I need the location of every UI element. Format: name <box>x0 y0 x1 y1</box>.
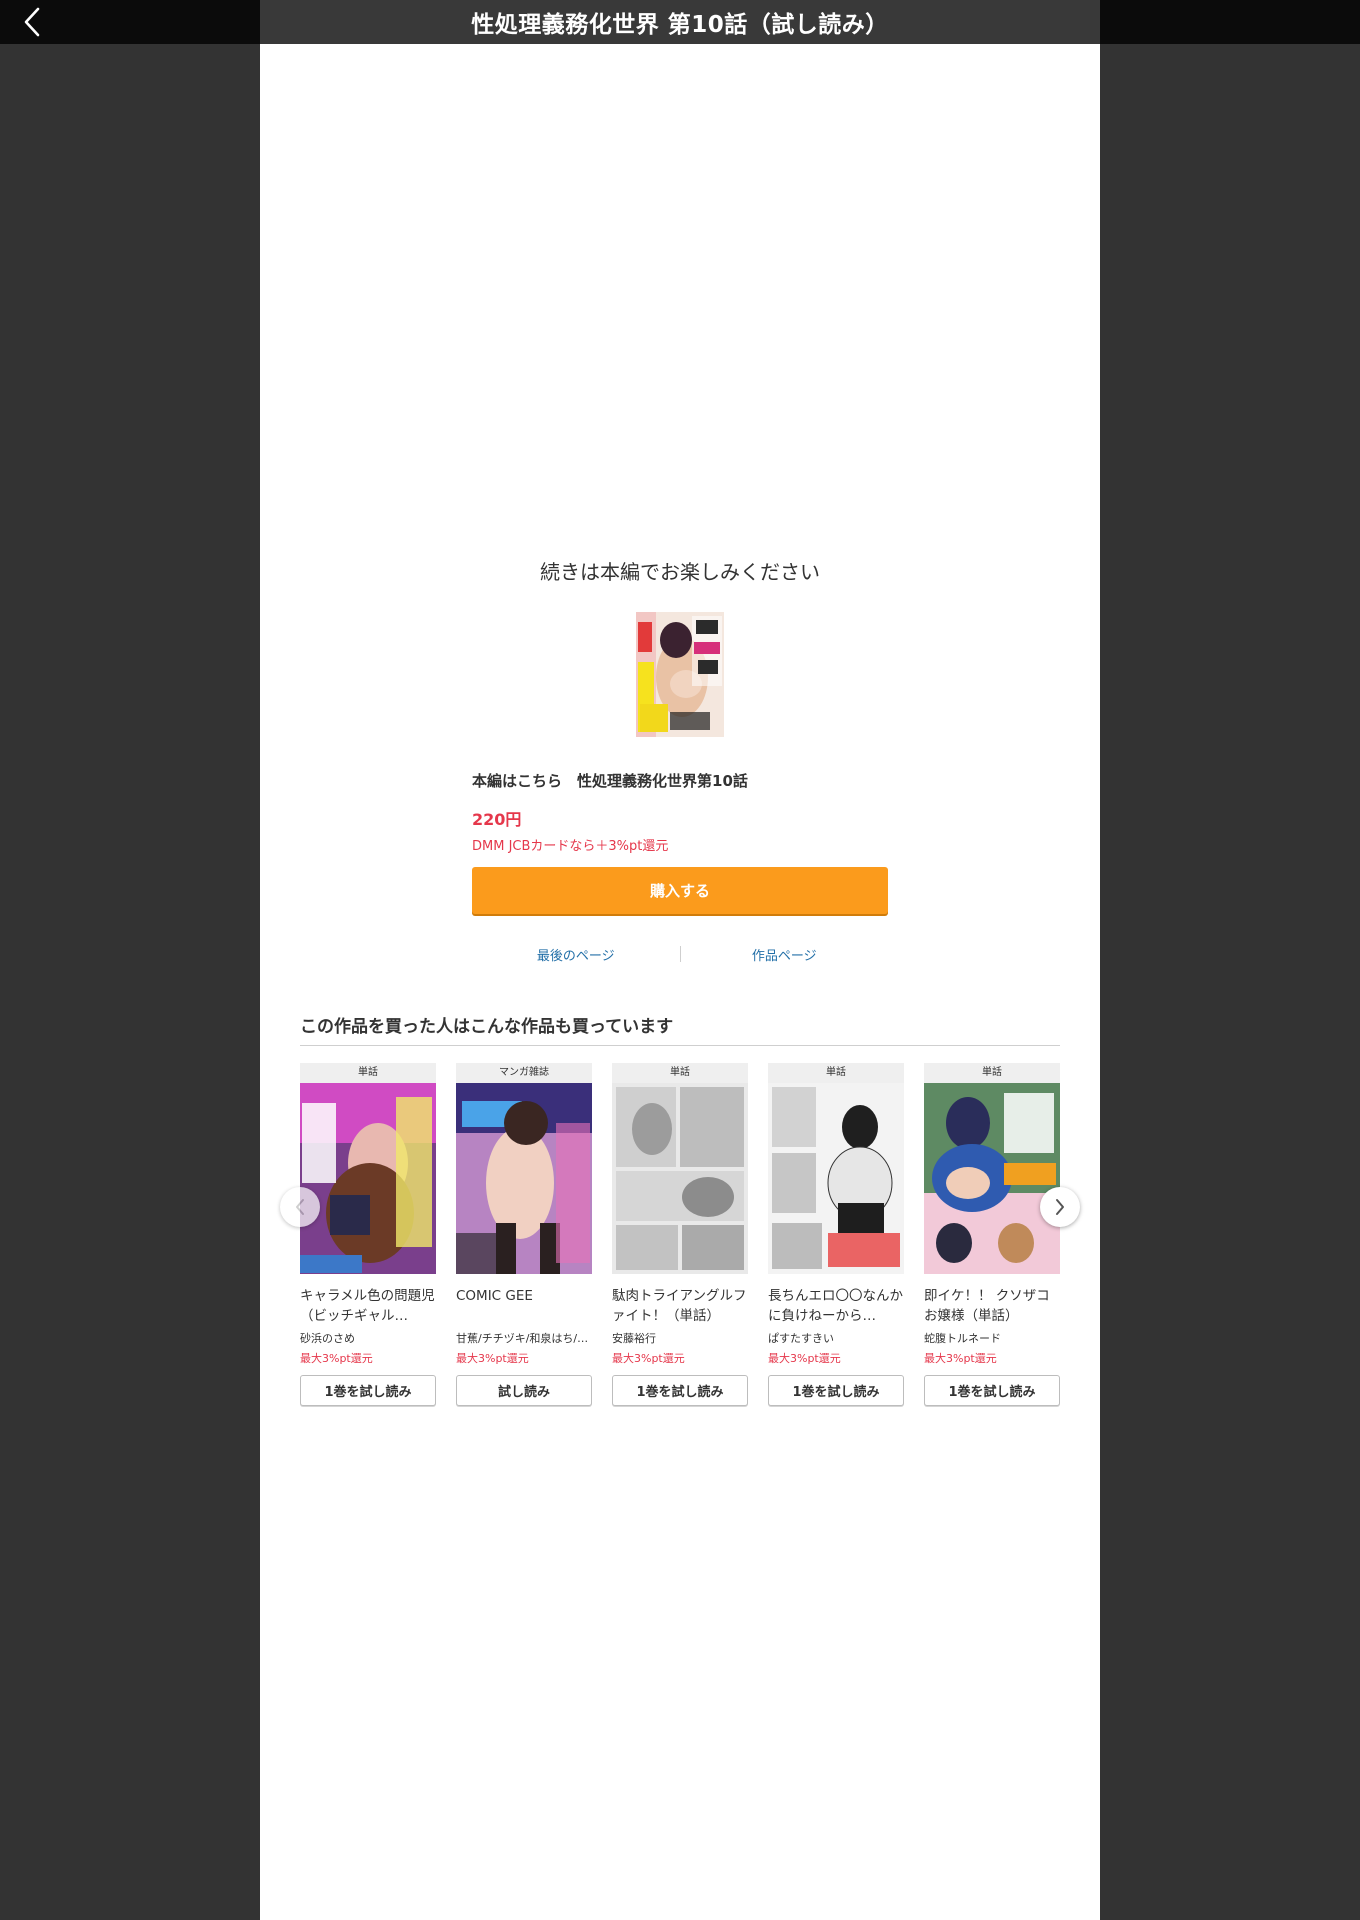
carousel-prev-button[interactable] <box>280 1187 320 1227</box>
category-label: 単話 <box>768 1063 904 1083</box>
recommend-heading: この作品を買った人はこんな作品も買っています <box>300 1017 674 1037</box>
last-page-link[interactable]: 最後のページ <box>472 945 680 964</box>
trial-read-button[interactable]: 1巻を試し読み <box>300 1375 436 1406</box>
trial-read-button[interactable]: 1巻を試し読み <box>768 1375 904 1406</box>
recommend-item: 単話 長ちんエロ〇〇なんかに負けねーから… ぱすたすきい 最大3%pt還元 1巻… <box>768 1063 904 1406</box>
recommend-item: マンガ雑誌 COMIC GEE 甘蕉/チチヅキ/和泉はち/… 最大3%pt還元 … <box>456 1063 592 1406</box>
price: 220円 <box>472 810 522 829</box>
continue-message: 続きは本編でお楽しみください <box>540 560 820 584</box>
back-button[interactable] <box>14 4 50 40</box>
chevron-right-icon <box>1056 1199 1064 1215</box>
item-author: ぱすたすきい <box>768 1332 834 1345</box>
recommend-item: 単話 即イケ！！ クソザコお嬢様（単話） 蛇腹トルネード 最大3%pt還元 1巻… <box>924 1063 1060 1406</box>
item-title[interactable]: キャラメル色の問題児（ビッチギャル… <box>300 1286 436 1326</box>
item-cover-image[interactable] <box>768 1083 904 1274</box>
chevron-left-icon <box>296 1199 304 1215</box>
buy-button[interactable]: 購入する <box>472 867 888 914</box>
item-author: 砂浜のさめ <box>300 1332 355 1345</box>
item-title[interactable]: 即イケ！！ クソザコお嬢様（単話） <box>924 1286 1060 1326</box>
category-label: 単話 <box>300 1063 436 1083</box>
trial-read-button[interactable]: 試し読み <box>456 1375 592 1406</box>
work-page-link[interactable]: 作品ページ <box>681 945 889 964</box>
item-title[interactable]: 長ちんエロ〇〇なんかに負けねーから… <box>768 1286 904 1326</box>
carousel-next-button[interactable] <box>1040 1187 1080 1227</box>
item-cover-image[interactable] <box>924 1083 1060 1274</box>
item-author: 蛇腹トルネード <box>924 1332 1001 1345</box>
item-cover-image[interactable] <box>300 1083 436 1274</box>
category-label: マンガ雑誌 <box>456 1063 592 1083</box>
recommend-carousel: 単話 キャラメル色の問題児（ビッチギャル… 砂浜のさめ 最大3%pt還元 1巻を… <box>300 1063 1060 1413</box>
recommend-item: 単話 キャラメル色の問題児（ビッチギャル… 砂浜のさめ 最大3%pt還元 1巻を… <box>300 1063 436 1406</box>
item-points: 最大3%pt還元 <box>924 1352 997 1365</box>
page-title: 性処理義務化世界 第10話（試し読み） <box>260 0 1100 44</box>
recommend-item: 単話 駄肉トライアングルファイト！（単話） 安藤裕行 最大3%pt還元 1巻を試… <box>612 1063 748 1406</box>
item-title[interactable]: 駄肉トライアングルファイト！（単話） <box>612 1286 748 1326</box>
page-links: 最後のページ 作品ページ <box>472 943 888 965</box>
item-title[interactable]: COMIC GEE <box>456 1286 592 1326</box>
category-label: 単話 <box>924 1063 1060 1083</box>
trial-read-button[interactable]: 1巻を試し読み <box>612 1375 748 1406</box>
item-points: 最大3%pt還元 <box>768 1352 841 1365</box>
viewer-page: 性処理義務化世界 第10話（試し読み） 続きは本編でお楽しみください 本編はこち… <box>260 0 1100 1920</box>
point-campaign-text: DMM JCBカードなら＋3%pt還元 <box>472 839 669 854</box>
product-title: 本編はこちら 性処理義務化世界第10話 <box>472 772 748 790</box>
item-cover-image[interactable] <box>612 1083 748 1274</box>
item-cover-image[interactable] <box>456 1083 592 1274</box>
item-points: 最大3%pt還元 <box>612 1352 685 1365</box>
chevron-left-icon <box>24 7 40 37</box>
item-points: 最大3%pt還元 <box>456 1352 529 1365</box>
trial-read-button[interactable]: 1巻を試し読み <box>924 1375 1060 1406</box>
divider <box>300 1045 1060 1046</box>
item-author: 甘蕉/チチヅキ/和泉はち/… <box>456 1332 589 1345</box>
category-label: 単話 <box>612 1063 748 1083</box>
product-cover-image[interactable] <box>636 612 724 737</box>
item-author: 安藤裕行 <box>612 1332 656 1345</box>
item-points: 最大3%pt還元 <box>300 1352 373 1365</box>
